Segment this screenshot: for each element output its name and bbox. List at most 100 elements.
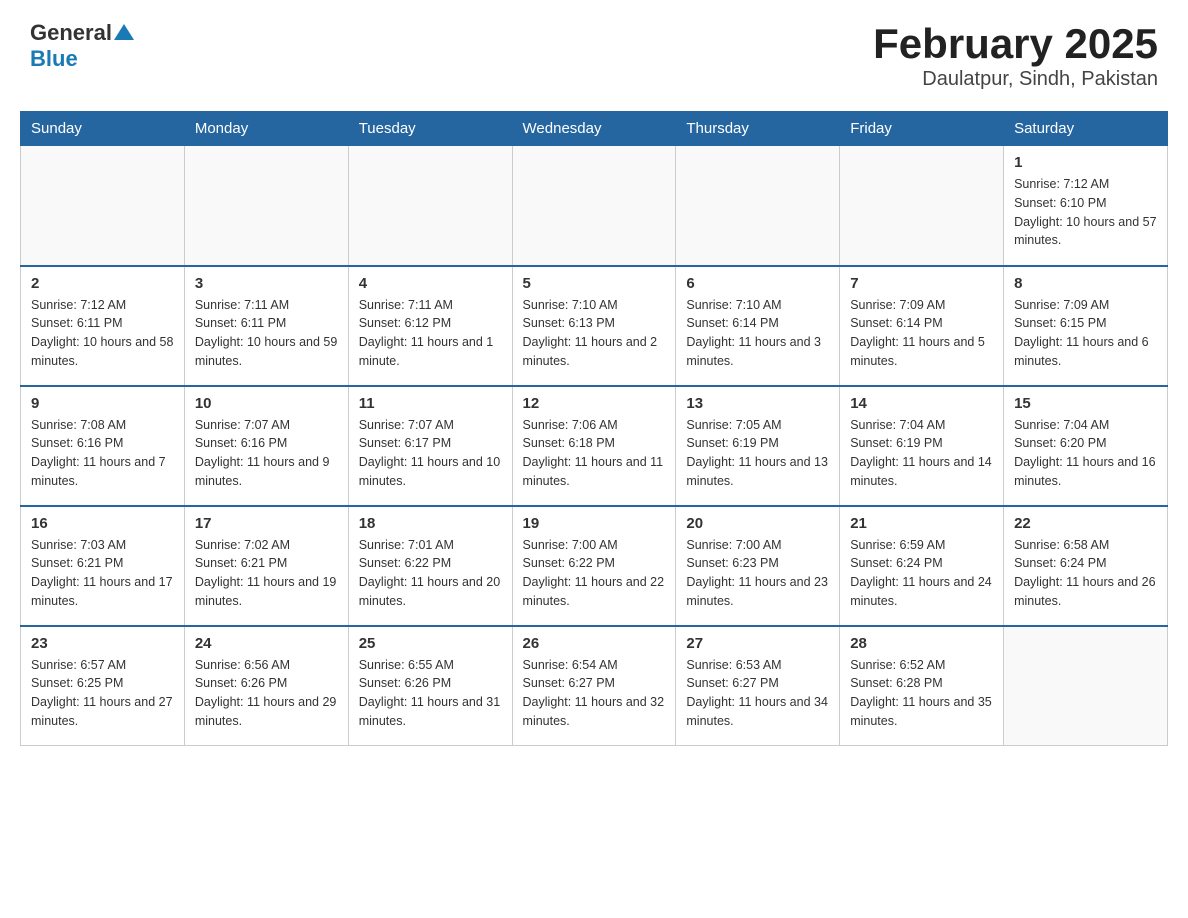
calendar-table: Sunday Monday Tuesday Wednesday Thursday… [20, 111, 1168, 746]
day-number: 10 [195, 395, 338, 412]
day-info: Sunrise: 7:10 AM Sunset: 6:14 PM Dayligh… [686, 296, 829, 371]
day-info: Sunrise: 6:58 AM Sunset: 6:24 PM Dayligh… [1014, 536, 1157, 611]
day-info: Sunrise: 7:04 AM Sunset: 6:19 PM Dayligh… [850, 416, 993, 491]
day-info: Sunrise: 7:00 AM Sunset: 6:23 PM Dayligh… [686, 536, 829, 611]
table-row: 15 Sunrise: 7:04 AM Sunset: 6:20 PM Dayli… [1004, 386, 1168, 506]
calendar-week-row: 9 Sunrise: 7:08 AM Sunset: 6:16 PM Daylig… [21, 386, 1168, 506]
day-info: Sunrise: 7:10 AM Sunset: 6:13 PM Dayligh… [523, 296, 666, 371]
day-number: 24 [195, 635, 338, 652]
table-row [348, 146, 512, 266]
day-number: 3 [195, 275, 338, 292]
day-info: Sunrise: 7:07 AM Sunset: 6:16 PM Dayligh… [195, 416, 338, 491]
table-row: 24 Sunrise: 6:56 AM Sunset: 6:26 PM Dayli… [184, 626, 348, 746]
table-row: 23 Sunrise: 6:57 AM Sunset: 6:25 PM Dayli… [21, 626, 185, 746]
table-row: 28Sunrise: 6:52 AM Sunset: 6:28 PM Dayli… [840, 626, 1004, 746]
table-row: 7 Sunrise: 7:09 AM Sunset: 6:14 PM Daylig… [840, 266, 1004, 386]
logo-general-text: General [30, 20, 112, 46]
table-row: 11Sunrise: 7:07 AM Sunset: 6:17 PM Dayli… [348, 386, 512, 506]
table-row: 3Sunrise: 7:11 AM Sunset: 6:11 PM Daylig… [184, 266, 348, 386]
calendar-title: February 2025 [873, 20, 1158, 68]
table-row: 27Sunrise: 6:53 AM Sunset: 6:27 PM Dayli… [676, 626, 840, 746]
day-number: 20 [686, 515, 829, 532]
day-number: 15 [1014, 395, 1157, 412]
day-number: 2 [31, 275, 174, 292]
day-number: 12 [523, 395, 666, 412]
table-row: 4 Sunrise: 7:11 AM Sunset: 6:12 PM Daylig… [348, 266, 512, 386]
table-row: 8 Sunrise: 7:09 AM Sunset: 6:15 PM Daylig… [1004, 266, 1168, 386]
table-row [512, 146, 676, 266]
table-row: 9 Sunrise: 7:08 AM Sunset: 6:16 PM Daylig… [21, 386, 185, 506]
day-number: 8 [1014, 275, 1157, 292]
table-row: 22 Sunrise: 6:58 AM Sunset: 6:24 PM Dayli… [1004, 506, 1168, 626]
day-number: 14 [850, 395, 993, 412]
table-row: 13 Sunrise: 7:05 AM Sunset: 6:19 PM Dayli… [676, 386, 840, 506]
table-row: 20 Sunrise: 7:00 AM Sunset: 6:23 PM Dayli… [676, 506, 840, 626]
day-info: Sunrise: 7:05 AM Sunset: 6:19 PM Dayligh… [686, 416, 829, 491]
header-thursday: Thursday [676, 112, 840, 146]
day-info: Sunrise: 7:03 AM Sunset: 6:21 PM Dayligh… [31, 536, 174, 611]
header-tuesday: Tuesday [348, 112, 512, 146]
table-row: 17Sunrise: 7:02 AM Sunset: 6:21 PM Dayli… [184, 506, 348, 626]
table-row [184, 146, 348, 266]
page-header: General Blue February 2025 Daulatpur, Si… [0, 0, 1188, 101]
calendar-week-row: 1Sunrise: 7:12 AM Sunset: 6:10 PM Daylig… [21, 146, 1168, 266]
table-row: 6Sunrise: 7:10 AM Sunset: 6:14 PM Daylig… [676, 266, 840, 386]
day-info: Sunrise: 7:12 AM Sunset: 6:11 PM Dayligh… [31, 296, 174, 371]
day-info: Sunrise: 7:08 AM Sunset: 6:16 PM Dayligh… [31, 416, 174, 491]
header-sunday: Sunday [21, 112, 185, 146]
logo-blue-text: Blue [30, 46, 78, 71]
day-number: 1 [1014, 154, 1157, 171]
calendar-week-row: 2 Sunrise: 7:12 AM Sunset: 6:11 PM Daylig… [21, 266, 1168, 386]
day-number: 16 [31, 515, 174, 532]
day-info: Sunrise: 6:57 AM Sunset: 6:25 PM Dayligh… [31, 656, 174, 731]
table-row [840, 146, 1004, 266]
day-number: 21 [850, 515, 993, 532]
day-info: Sunrise: 6:54 AM Sunset: 6:27 PM Dayligh… [523, 656, 666, 731]
table-row: 2 Sunrise: 7:12 AM Sunset: 6:11 PM Daylig… [21, 266, 185, 386]
day-info: Sunrise: 7:07 AM Sunset: 6:17 PM Dayligh… [359, 416, 502, 491]
calendar-week-row: 16 Sunrise: 7:03 AM Sunset: 6:21 PM Dayli… [21, 506, 1168, 626]
header-friday: Friday [840, 112, 1004, 146]
day-info: Sunrise: 7:11 AM Sunset: 6:12 PM Dayligh… [359, 296, 502, 371]
day-info: Sunrise: 7:01 AM Sunset: 6:22 PM Dayligh… [359, 536, 502, 611]
day-number: 28 [850, 635, 993, 652]
day-number: 26 [523, 635, 666, 652]
day-number: 19 [523, 515, 666, 532]
day-number: 25 [359, 635, 502, 652]
day-number: 9 [31, 395, 174, 412]
day-number: 17 [195, 515, 338, 532]
day-number: 13 [686, 395, 829, 412]
day-number: 7 [850, 275, 993, 292]
table-row [21, 146, 185, 266]
day-info: Sunrise: 7:04 AM Sunset: 6:20 PM Dayligh… [1014, 416, 1157, 491]
table-row: 16 Sunrise: 7:03 AM Sunset: 6:21 PM Dayli… [21, 506, 185, 626]
day-number: 5 [523, 275, 666, 292]
title-area: February 2025 Daulatpur, Sindh, Pakistan [873, 20, 1158, 91]
day-info: Sunrise: 6:55 AM Sunset: 6:26 PM Dayligh… [359, 656, 502, 731]
day-info: Sunrise: 7:06 AM Sunset: 6:18 PM Dayligh… [523, 416, 666, 491]
table-row: 25 Sunrise: 6:55 AM Sunset: 6:26 PM Dayli… [348, 626, 512, 746]
header-saturday: Saturday [1004, 112, 1168, 146]
header-monday: Monday [184, 112, 348, 146]
day-info: Sunrise: 7:00 AM Sunset: 6:22 PM Dayligh… [523, 536, 666, 611]
day-info: Sunrise: 7:09 AM Sunset: 6:15 PM Dayligh… [1014, 296, 1157, 371]
table-row: 18 Sunrise: 7:01 AM Sunset: 6:22 PM Dayli… [348, 506, 512, 626]
table-row: 12 Sunrise: 7:06 AM Sunset: 6:18 PM Dayli… [512, 386, 676, 506]
day-info: Sunrise: 6:56 AM Sunset: 6:26 PM Dayligh… [195, 656, 338, 731]
day-info: Sunrise: 6:53 AM Sunset: 6:27 PM Dayligh… [686, 656, 829, 731]
calendar-header-row: Sunday Monday Tuesday Wednesday Thursday… [21, 112, 1168, 146]
table-row: 14 Sunrise: 7:04 AM Sunset: 6:19 PM Dayli… [840, 386, 1004, 506]
calendar-week-row: 23 Sunrise: 6:57 AM Sunset: 6:25 PM Dayli… [21, 626, 1168, 746]
day-number: 22 [1014, 515, 1157, 532]
table-row: 10 Sunrise: 7:07 AM Sunset: 6:16 PM Dayli… [184, 386, 348, 506]
table-row: 1Sunrise: 7:12 AM Sunset: 6:10 PM Daylig… [1004, 146, 1168, 266]
logo: General Blue [30, 20, 134, 72]
table-row: 26 Sunrise: 6:54 AM Sunset: 6:27 PM Dayli… [512, 626, 676, 746]
day-number: 4 [359, 275, 502, 292]
calendar-subtitle: Daulatpur, Sindh, Pakistan [873, 68, 1158, 91]
logo-triangle-icon [114, 22, 134, 40]
day-number: 18 [359, 515, 502, 532]
day-number: 23 [31, 635, 174, 652]
day-info: Sunrise: 7:09 AM Sunset: 6:14 PM Dayligh… [850, 296, 993, 371]
table-row: 19 Sunrise: 7:00 AM Sunset: 6:22 PM Dayli… [512, 506, 676, 626]
